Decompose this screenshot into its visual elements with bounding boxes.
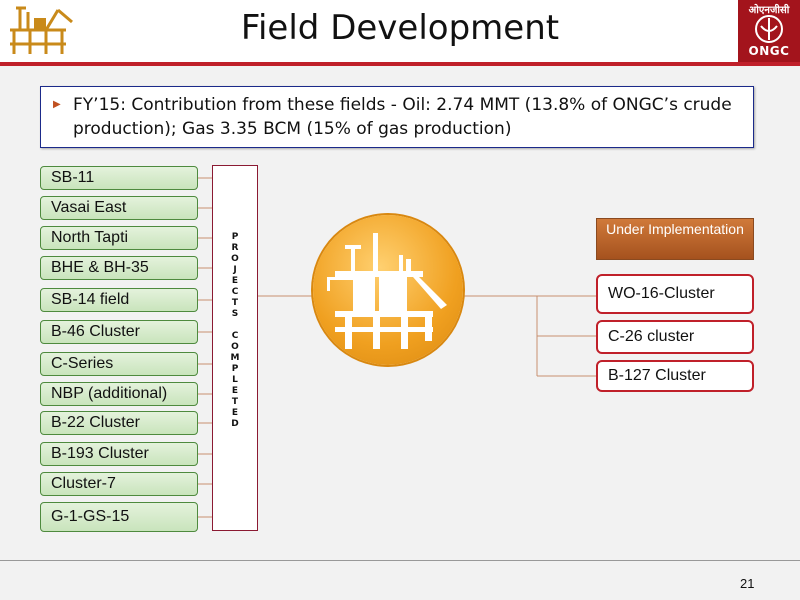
cluster-c-26: C-26 cluster: [596, 320, 754, 354]
completed-field-bhe-bh-35: BHE & BH-35: [40, 256, 198, 280]
under-implementation-label: Under Implementation: [596, 218, 754, 260]
completed-field-b-193-cluster: B-193 Cluster: [40, 442, 198, 466]
completed-field-vasai-east: Vasai East: [40, 196, 198, 220]
completed-field-b-46-cluster: B-46 Cluster: [40, 320, 198, 344]
cluster-wo-16: WO-16-Cluster: [596, 274, 754, 314]
completed-field-nbp-additional: NBP (additional): [40, 382, 198, 406]
completed-field-b-22-cluster: B-22 Cluster: [40, 411, 198, 435]
completed-field-sb-14: SB-14 field: [40, 288, 198, 312]
oil-platform-hub: [313, 215, 463, 365]
page-number: 21: [740, 576, 755, 591]
projects-completed-box: P R O J E C T S C O M P L E T E D: [212, 165, 258, 531]
footer-rule: [0, 560, 800, 561]
completed-field-sb-11: SB-11: [40, 166, 198, 190]
completed-field-cluster-7: Cluster-7: [40, 472, 198, 496]
completed-field-north-tapti: North Tapti: [40, 226, 198, 250]
oil-platform-icon: [327, 233, 447, 349]
cluster-b-127: B-127 Cluster: [596, 360, 754, 392]
completed-field-c-series: C-Series: [40, 352, 198, 376]
projects-completed-label: P R O J E C T S C O M P L E T E D: [230, 232, 240, 429]
completed-field-g-1-gs-15: G-1-GS-15: [40, 502, 198, 532]
